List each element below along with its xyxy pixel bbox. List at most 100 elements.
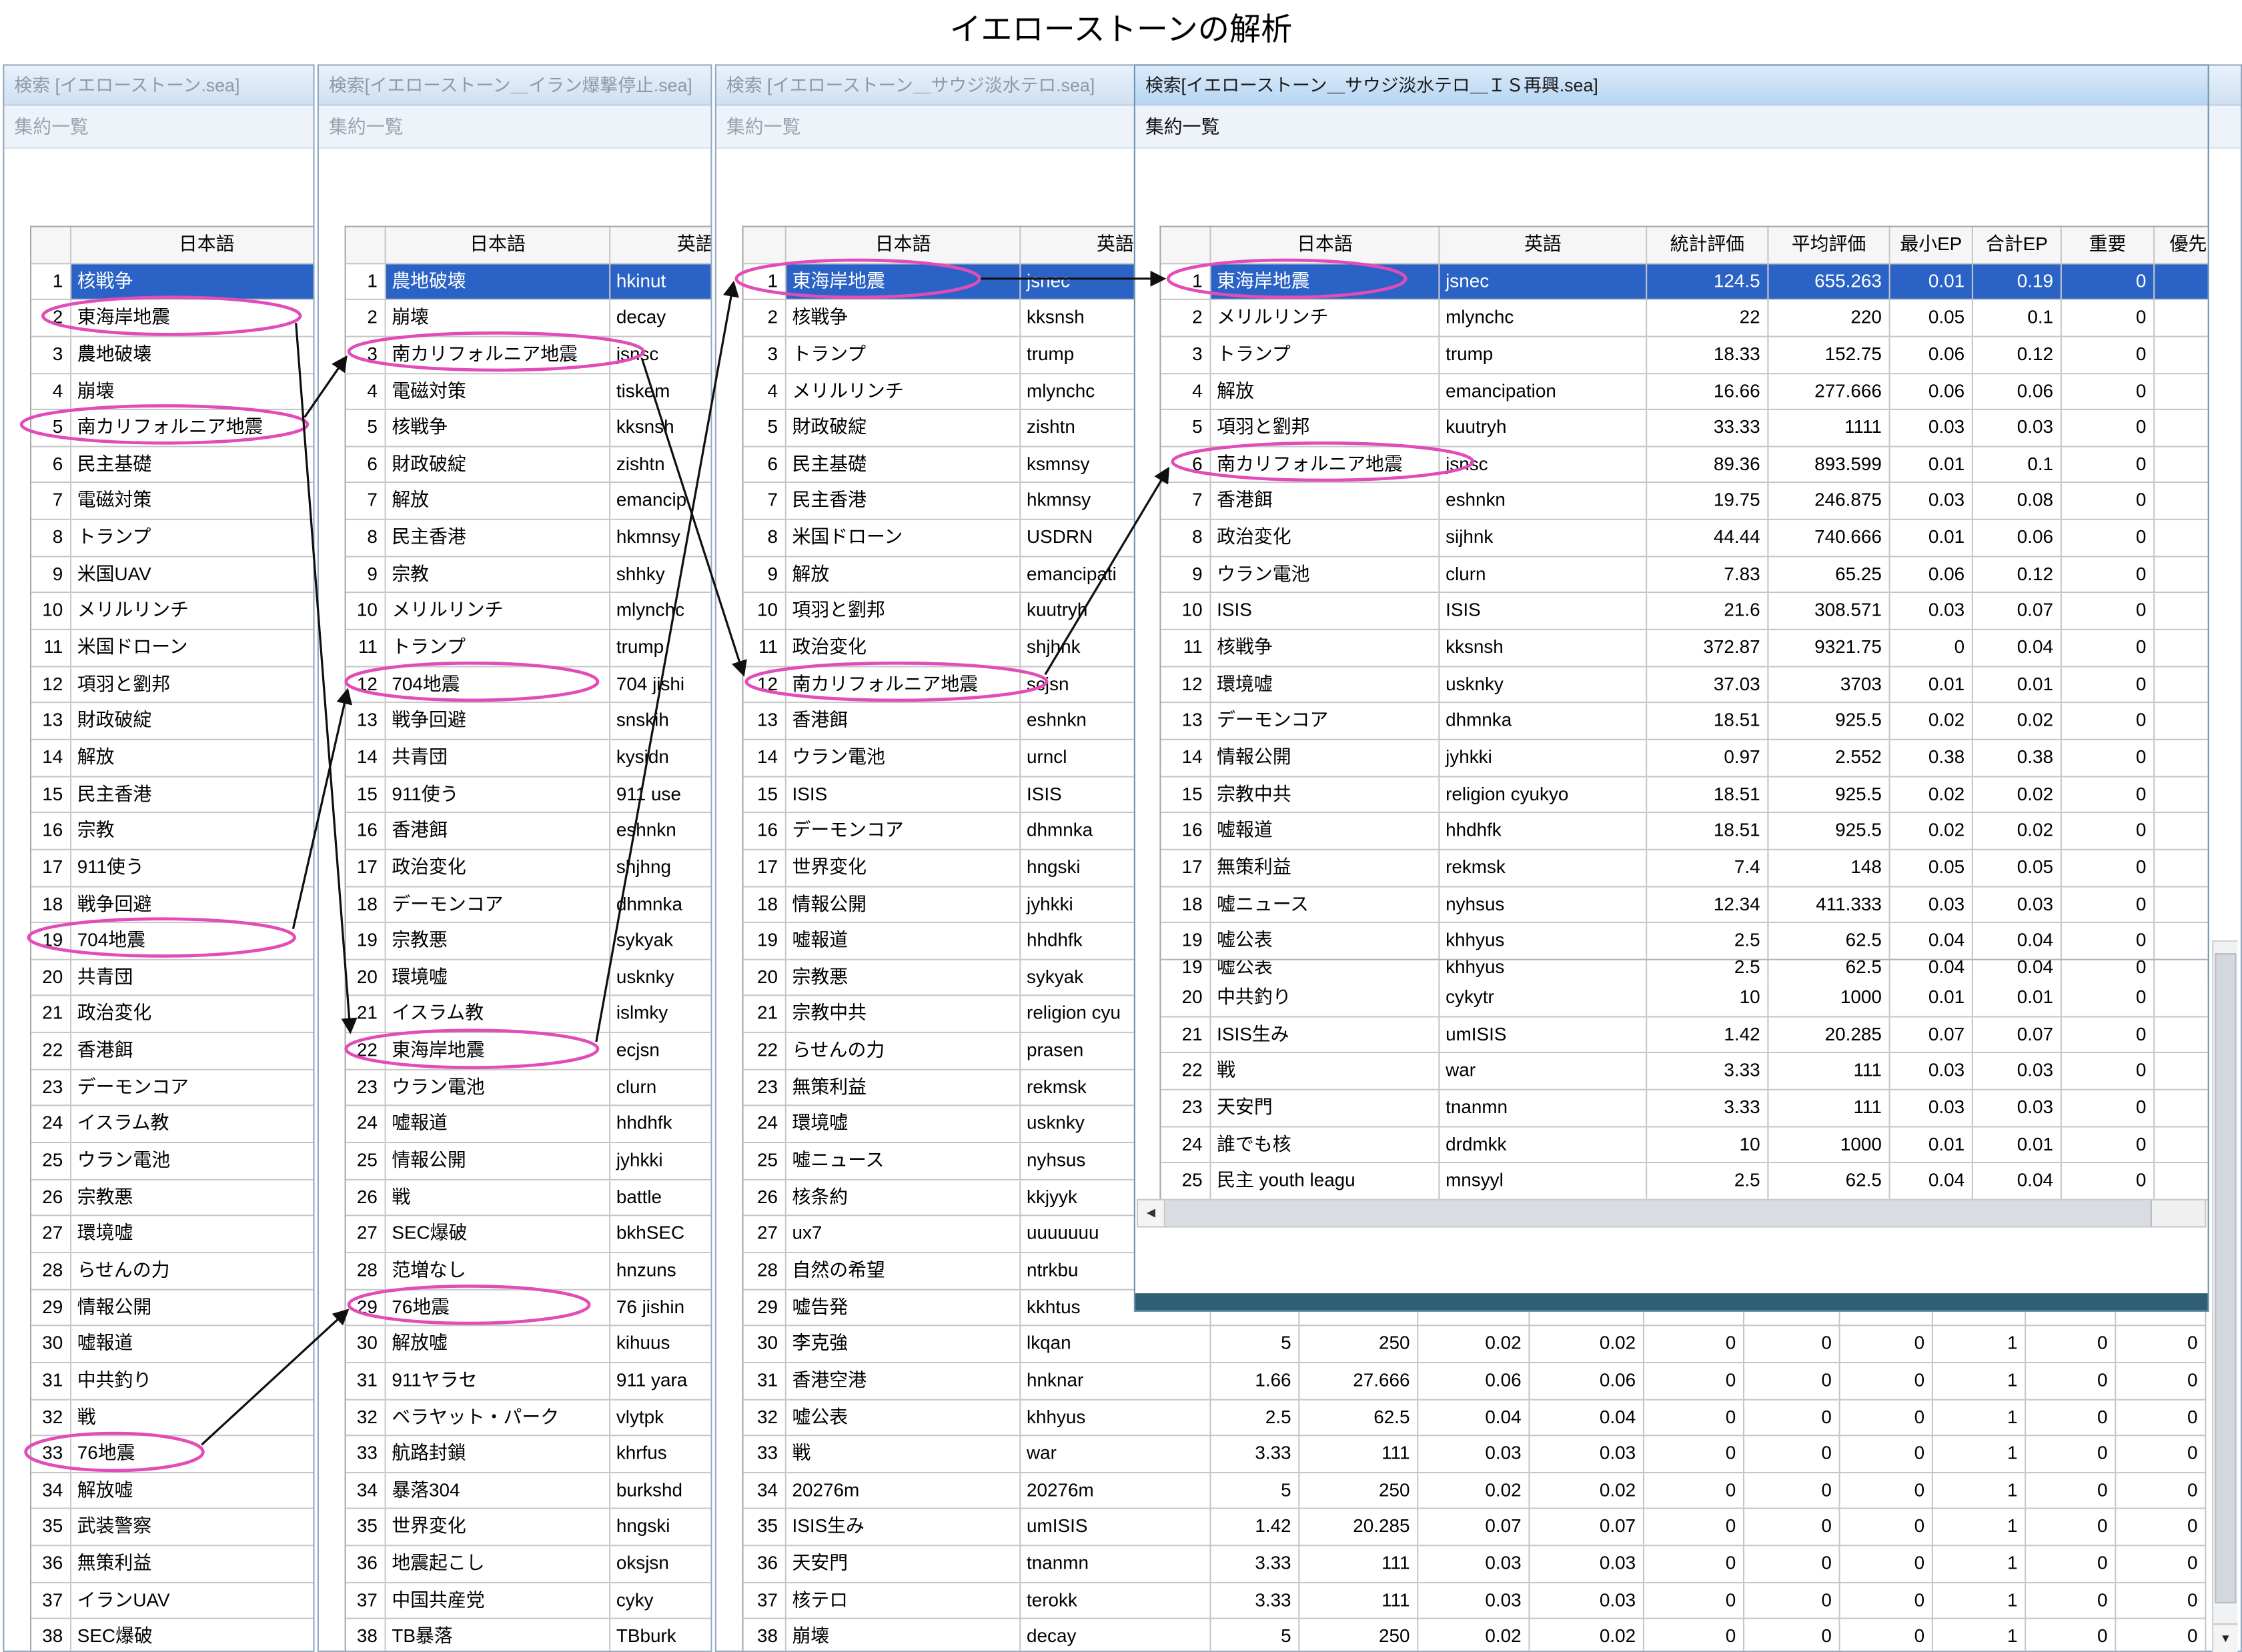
table-row[interactable]: 33航路封鎖khrfus xyxy=(346,1437,712,1473)
table-row[interactable]: 37核テロterokk3.331110.030.03000100 xyxy=(744,1583,2207,1619)
table-row[interactable]: 21ISIS生みumISIS1.4220.2850.070.070 xyxy=(1161,1017,2209,1054)
table-row[interactable]: 4電磁対策tiskem xyxy=(346,373,712,410)
table-row[interactable]: 4崩壊 xyxy=(31,373,314,410)
table-row[interactable]: 6民主基礎 xyxy=(31,447,314,484)
table-row[interactable]: 16嘘報道hhdhfk18.51925.50.020.020 xyxy=(1161,814,2209,850)
table-row[interactable]: 8トランプ xyxy=(31,520,314,557)
table-row[interactable]: 23デーモンコア xyxy=(31,1070,314,1106)
table-row[interactable]: 23ウラン電池clurn xyxy=(346,1070,712,1106)
table-row[interactable]: 1農地破壊hkinut xyxy=(346,264,712,301)
column-header[interactable]: 日本語 xyxy=(786,227,1021,264)
window-titlebar[interactable]: 検索[イエローストーン＿サウジ淡水テロ＿ＩＳ再興.sea] xyxy=(1135,66,2208,106)
table-row[interactable]: 14情報公開jyhkki0.972.5520.380.380 xyxy=(1161,740,2209,777)
table-row[interactable]: 15民主香港 xyxy=(31,777,314,814)
table-row[interactable]: 34解放嘘 xyxy=(31,1473,314,1510)
column-header[interactable]: 重要 xyxy=(2062,227,2155,264)
table-row[interactable]: 22戦war3.331110.030.030 xyxy=(1161,1054,2209,1090)
table-row[interactable]: 20共青団 xyxy=(31,960,314,996)
aggregation-menu[interactable]: 集約一覧 xyxy=(4,106,313,149)
scroll-down-button[interactable]: ▼ xyxy=(2213,1623,2237,1652)
vertical-scrollbar-thumb[interactable] xyxy=(2215,953,2236,1603)
table-row[interactable]: 3農地破壊 xyxy=(31,337,314,374)
table-row[interactable]: 19宗教悪sykyak xyxy=(346,924,712,960)
table-row[interactable]: 32嘘公表khhyus2.562.50.040.04000100 xyxy=(744,1400,2207,1437)
table-row[interactable]: 13戦争回避snskih xyxy=(346,704,712,740)
table-row[interactable]: 19704地震 xyxy=(31,924,314,960)
table-row[interactable]: 38崩壊decay52500.020.02000100 xyxy=(744,1619,2207,1652)
table-row[interactable]: 3376地震 xyxy=(31,1437,314,1473)
table-row[interactable]: 3420276m20276m52500.020.02000100 xyxy=(744,1473,2207,1510)
table-row[interactable]: 17911使う xyxy=(31,850,314,887)
table-row[interactable]: 3南カリフォルニア地震jsnsc xyxy=(346,337,712,374)
table-row[interactable]: 25ウラン電池 xyxy=(31,1143,314,1180)
table-row[interactable]: 1東海岸地震jsnec124.5655.2630.010.190 xyxy=(1161,264,2209,301)
column-header[interactable]: 統計評価 xyxy=(1647,227,1768,264)
column-header[interactable]: 合計EP xyxy=(1973,227,2062,264)
table-row[interactable]: 17政治変化shjhng xyxy=(346,850,712,887)
table-row[interactable]: 32ベラヤット・パークvlytpk xyxy=(346,1400,712,1437)
table-row[interactable]: 10ISISISIS21.6308.5710.030.070 xyxy=(1161,594,2209,630)
table-row[interactable]: 10メリルリンチ xyxy=(31,594,314,630)
table-row[interactable]: 28范増なしhnzuns xyxy=(346,1253,712,1290)
table-row[interactable]: 36無策利益 xyxy=(31,1547,314,1583)
table-row[interactable]: 30嘘報道 xyxy=(31,1327,314,1363)
table-row[interactable]: 7解放emancip xyxy=(346,484,712,520)
table-row[interactable]: 24嘘報道hhdhfk xyxy=(346,1106,712,1143)
horizontal-scrollbar-thumb[interactable] xyxy=(1165,1200,2152,1226)
table-row[interactable]: 14解放 xyxy=(31,740,314,777)
column-header[interactable]: 平均評価 xyxy=(1769,227,1890,264)
table-row[interactable]: 25民主 youth leagumnsyyl2.562.50.040.040 xyxy=(1161,1164,2209,1200)
table-row[interactable]: 6財政破綻zishtn xyxy=(346,447,712,484)
column-header[interactable]: 日本語 xyxy=(386,227,611,264)
table-row[interactable]: 30李克強lkqan52500.020.02000100 xyxy=(744,1327,2207,1363)
table-row[interactable]: 28らせんの力 xyxy=(31,1253,314,1290)
table-row[interactable]: 31中共釣り xyxy=(31,1363,314,1400)
table-row[interactable]: 36地震起こしoksjsn xyxy=(346,1547,712,1583)
table-row[interactable]: 3トランプtrump18.33152.750.060.120 xyxy=(1161,337,2209,374)
table-row[interactable]: 12項羽と劉邦 xyxy=(31,667,314,704)
table-row[interactable]: 32戦 xyxy=(31,1400,314,1437)
table-row[interactable]: 11トランプtrump xyxy=(346,630,712,667)
table-row[interactable]: 2崩壊decay xyxy=(346,301,712,337)
table-row[interactable]: 15宗教中共religion cyukyo18.51925.50.020.020 xyxy=(1161,777,2209,814)
column-header[interactable] xyxy=(1161,227,1211,264)
table-row[interactable]: 29情報公開 xyxy=(31,1290,314,1327)
table-row[interactable]: 12704地震704 jishi xyxy=(346,667,712,704)
table-row[interactable]: 8民主香港hkmnsy xyxy=(346,520,712,557)
table-row[interactable]: 35武装警察 xyxy=(31,1510,314,1547)
table-row[interactable]: 30解放嘘kihuus xyxy=(346,1327,712,1363)
horizontal-scrollbar[interactable]: ◀ xyxy=(1137,1199,2206,1228)
table-row[interactable]: 20環境嘘usknky xyxy=(346,960,712,996)
column-header[interactable]: 日本語 xyxy=(1211,227,1440,264)
table-row[interactable]: 8政治変化sijhnk44.44740.6660.010.060 xyxy=(1161,520,2209,557)
table-row[interactable]: 14共青団kysidn xyxy=(346,740,712,777)
table-row[interactable]: 10メリルリンチmlynchc xyxy=(346,594,712,630)
table-row[interactable]: 31911ヤラセ911 yara xyxy=(346,1363,712,1400)
table-row[interactable]: 21イスラム教islmky xyxy=(346,996,712,1033)
column-header[interactable] xyxy=(346,227,386,264)
table-row[interactable]: 18嘘ニュースnyhsus12.34411.3330.030.030 xyxy=(1161,887,2209,924)
column-header[interactable] xyxy=(31,227,71,264)
aggregation-menu[interactable]: 集約一覧 xyxy=(319,106,710,149)
table-row[interactable]: 13財政破綻 xyxy=(31,704,314,740)
table-row[interactable]: 17無策利益rekmsk7.41480.050.050 xyxy=(1161,850,2209,887)
column-header[interactable]: 最小EP xyxy=(1890,227,1973,264)
table-row[interactable]: 21政治変化 xyxy=(31,996,314,1033)
table-row[interactable]: 9宗教shhky xyxy=(346,557,712,594)
table-row[interactable]: 16香港餌eshnkn xyxy=(346,814,712,850)
table-row[interactable]: 12環境嘘usknky37.0337030.010.010 xyxy=(1161,667,2209,704)
table-row[interactable]: 27環境嘘 xyxy=(31,1216,314,1253)
table-row[interactable]: 35世界変化hngski xyxy=(346,1510,712,1547)
table-row[interactable]: 24誰でも核drdmkk1010000.010.010 xyxy=(1161,1127,2209,1164)
window-titlebar[interactable]: 検索 [イエローストーン.sea] xyxy=(4,66,313,106)
table-row[interactable]: 2メリルリンチmlynchc222200.050.10 xyxy=(1161,301,2209,337)
column-header[interactable]: 英語 xyxy=(610,227,712,264)
table-row[interactable]: 27SEC爆破bkhSEC xyxy=(346,1216,712,1253)
table-row[interactable]: 5項羽と劉邦kuutryh33.3311110.030.030 xyxy=(1161,410,2209,447)
table-row[interactable]: 9米国UAV xyxy=(31,557,314,594)
table-row[interactable]: 38TB暴落TBburk xyxy=(346,1619,712,1652)
table-row[interactable]: 38SEC爆破 xyxy=(31,1619,314,1652)
table-row[interactable]: 6南カリフォルニア地震jsnsc89.36893.5990.010.10 xyxy=(1161,447,2209,484)
table-row[interactable]: 26戦battle xyxy=(346,1180,712,1216)
column-header[interactable]: 優先1 xyxy=(2155,227,2209,264)
